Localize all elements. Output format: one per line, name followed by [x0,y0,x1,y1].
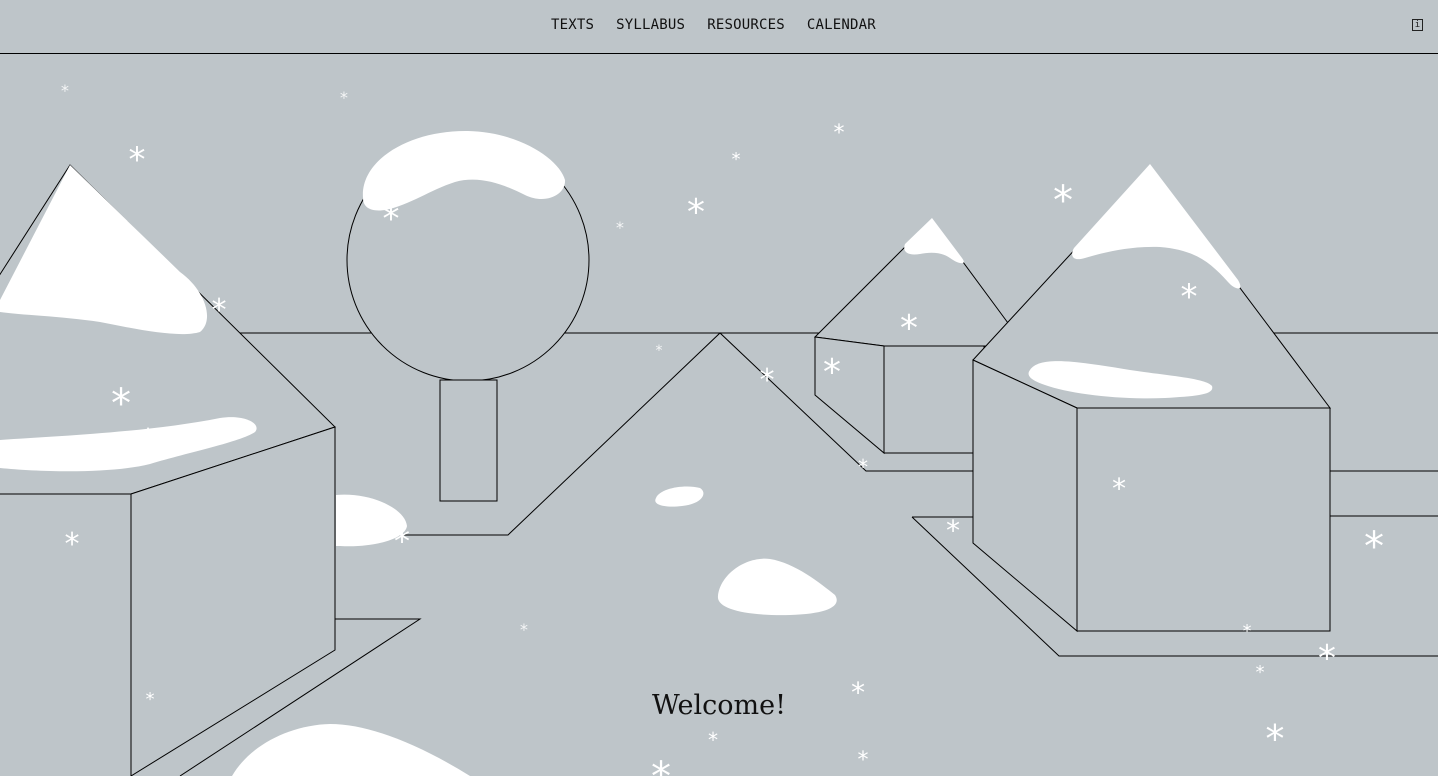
svg-text:*: * [1111,472,1128,505]
svg-text:*: * [1242,621,1253,642]
path-drift-large [717,558,837,616]
svg-text:*: * [60,81,70,100]
svg-text:*: * [392,522,411,560]
nav-syllabus[interactable]: SYLLABUS [605,17,696,33]
svg-text:*: * [1051,178,1075,224]
svg-text:*: * [339,88,349,107]
svg-text:*: * [615,218,625,237]
top-navigation-bar: TEXTS SYLLABUS RESOURCES CALENDAR i [0,0,1438,54]
svg-text:*: * [1255,662,1266,683]
svg-text:*: * [519,620,529,639]
tree-trunk [439,379,498,502]
svg-text:*: * [1264,717,1287,761]
nav-texts[interactable]: TEXTS [540,17,605,33]
svg-text:*: * [821,352,843,393]
svg-text:*: * [63,527,81,562]
svg-text:*: * [139,423,157,458]
svg-text:*: * [381,199,401,239]
main-nav: TEXTS SYLLABUS RESOURCES CALENDAR [540,17,887,33]
svg-text:*: * [649,754,673,776]
svg-text:*: * [210,293,228,328]
svg-text:*: * [857,455,869,479]
svg-text:*: * [945,514,962,547]
nav-resources[interactable]: RESOURCES [696,17,796,33]
svg-text:*: * [1362,524,1386,570]
bottom-drift-snow [232,724,470,776]
svg-text:*: * [731,149,742,170]
path-drift-small [655,486,704,507]
svg-text:*: * [856,748,869,773]
svg-text:*: * [109,381,133,427]
winter-village-illustration: * * * * * * * * * * * * * * * * * * * * … [0,81,1438,776]
svg-text:*: * [1316,638,1338,679]
svg-text:*: * [685,192,707,233]
welcome-heading: Welcome! [652,690,786,721]
svg-text:*: * [1179,277,1199,317]
svg-text:*: * [127,140,147,180]
info-icon[interactable]: i [1412,19,1423,31]
svg-text:*: * [898,308,920,349]
small-house-front [883,345,985,454]
nav-calendar[interactable]: CALENDAR [796,17,887,33]
right-house-front [1076,407,1331,632]
svg-text:*: * [707,728,719,752]
svg-text:*: * [758,363,776,398]
svg-text:*: * [655,343,663,359]
left-roof-snow [0,165,208,335]
svg-text:*: * [832,121,845,146]
right-house-side [972,359,1078,633]
